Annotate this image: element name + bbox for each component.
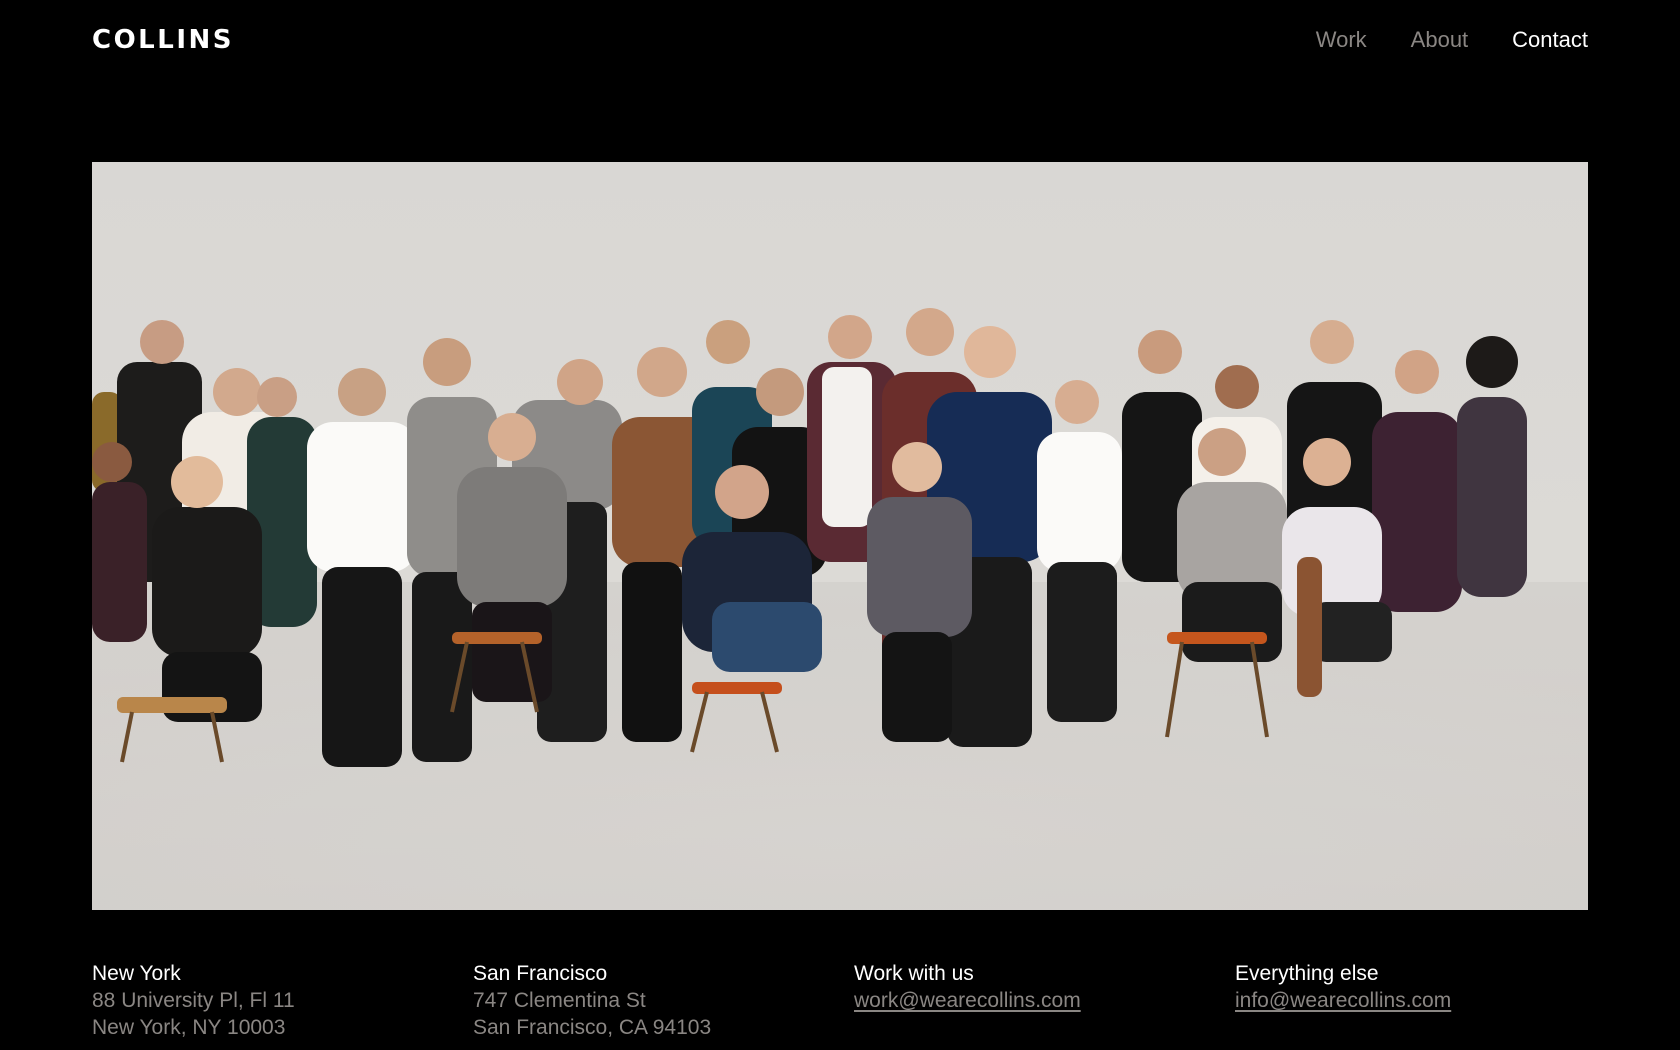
main-nav: Work About Contact — [1316, 20, 1588, 60]
contact-heading: Work with us — [854, 962, 974, 985]
office-heading: New York — [92, 962, 181, 985]
contact-footer: New York 88 University Pl, Fl 11 New Yor… — [92, 960, 1588, 1041]
site-header: COLLINS Work About Contact — [92, 20, 1588, 60]
office-address-line: New York, NY 10003 — [92, 1016, 286, 1039]
office-heading: San Francisco — [473, 962, 608, 985]
office-address-line: San Francisco, CA 94103 — [473, 1016, 712, 1039]
info-email-link[interactable]: info@wearecollins.com — [1235, 987, 1616, 1014]
nav-contact-link[interactable]: Contact — [1512, 20, 1588, 60]
office-address-line: 88 University Pl, Fl 11 — [92, 989, 295, 1012]
contact-page: COLLINS Work About Contact New York 88 U… — [0, 0, 1680, 1050]
collins-logo[interactable]: COLLINS — [92, 20, 234, 60]
work-email-link[interactable]: work@wearecollins.com — [854, 987, 1235, 1014]
new-york-office: New York 88 University Pl, Fl 11 New Yor… — [92, 960, 473, 1041]
team-photo — [92, 162, 1588, 910]
contact-heading: Everything else — [1235, 962, 1379, 985]
office-address-line: 747 Clementina St — [473, 989, 646, 1012]
san-francisco-office: San Francisco 747 Clementina St San Fran… — [473, 960, 854, 1041]
team-photo-illustration — [92, 308, 1588, 910]
nav-work-link[interactable]: Work — [1316, 20, 1367, 60]
everything-else: Everything else info@wearecollins.com — [1235, 960, 1616, 1041]
nav-about-link[interactable]: About — [1411, 20, 1469, 60]
work-with-us: Work with us work@wearecollins.com — [854, 960, 1235, 1041]
